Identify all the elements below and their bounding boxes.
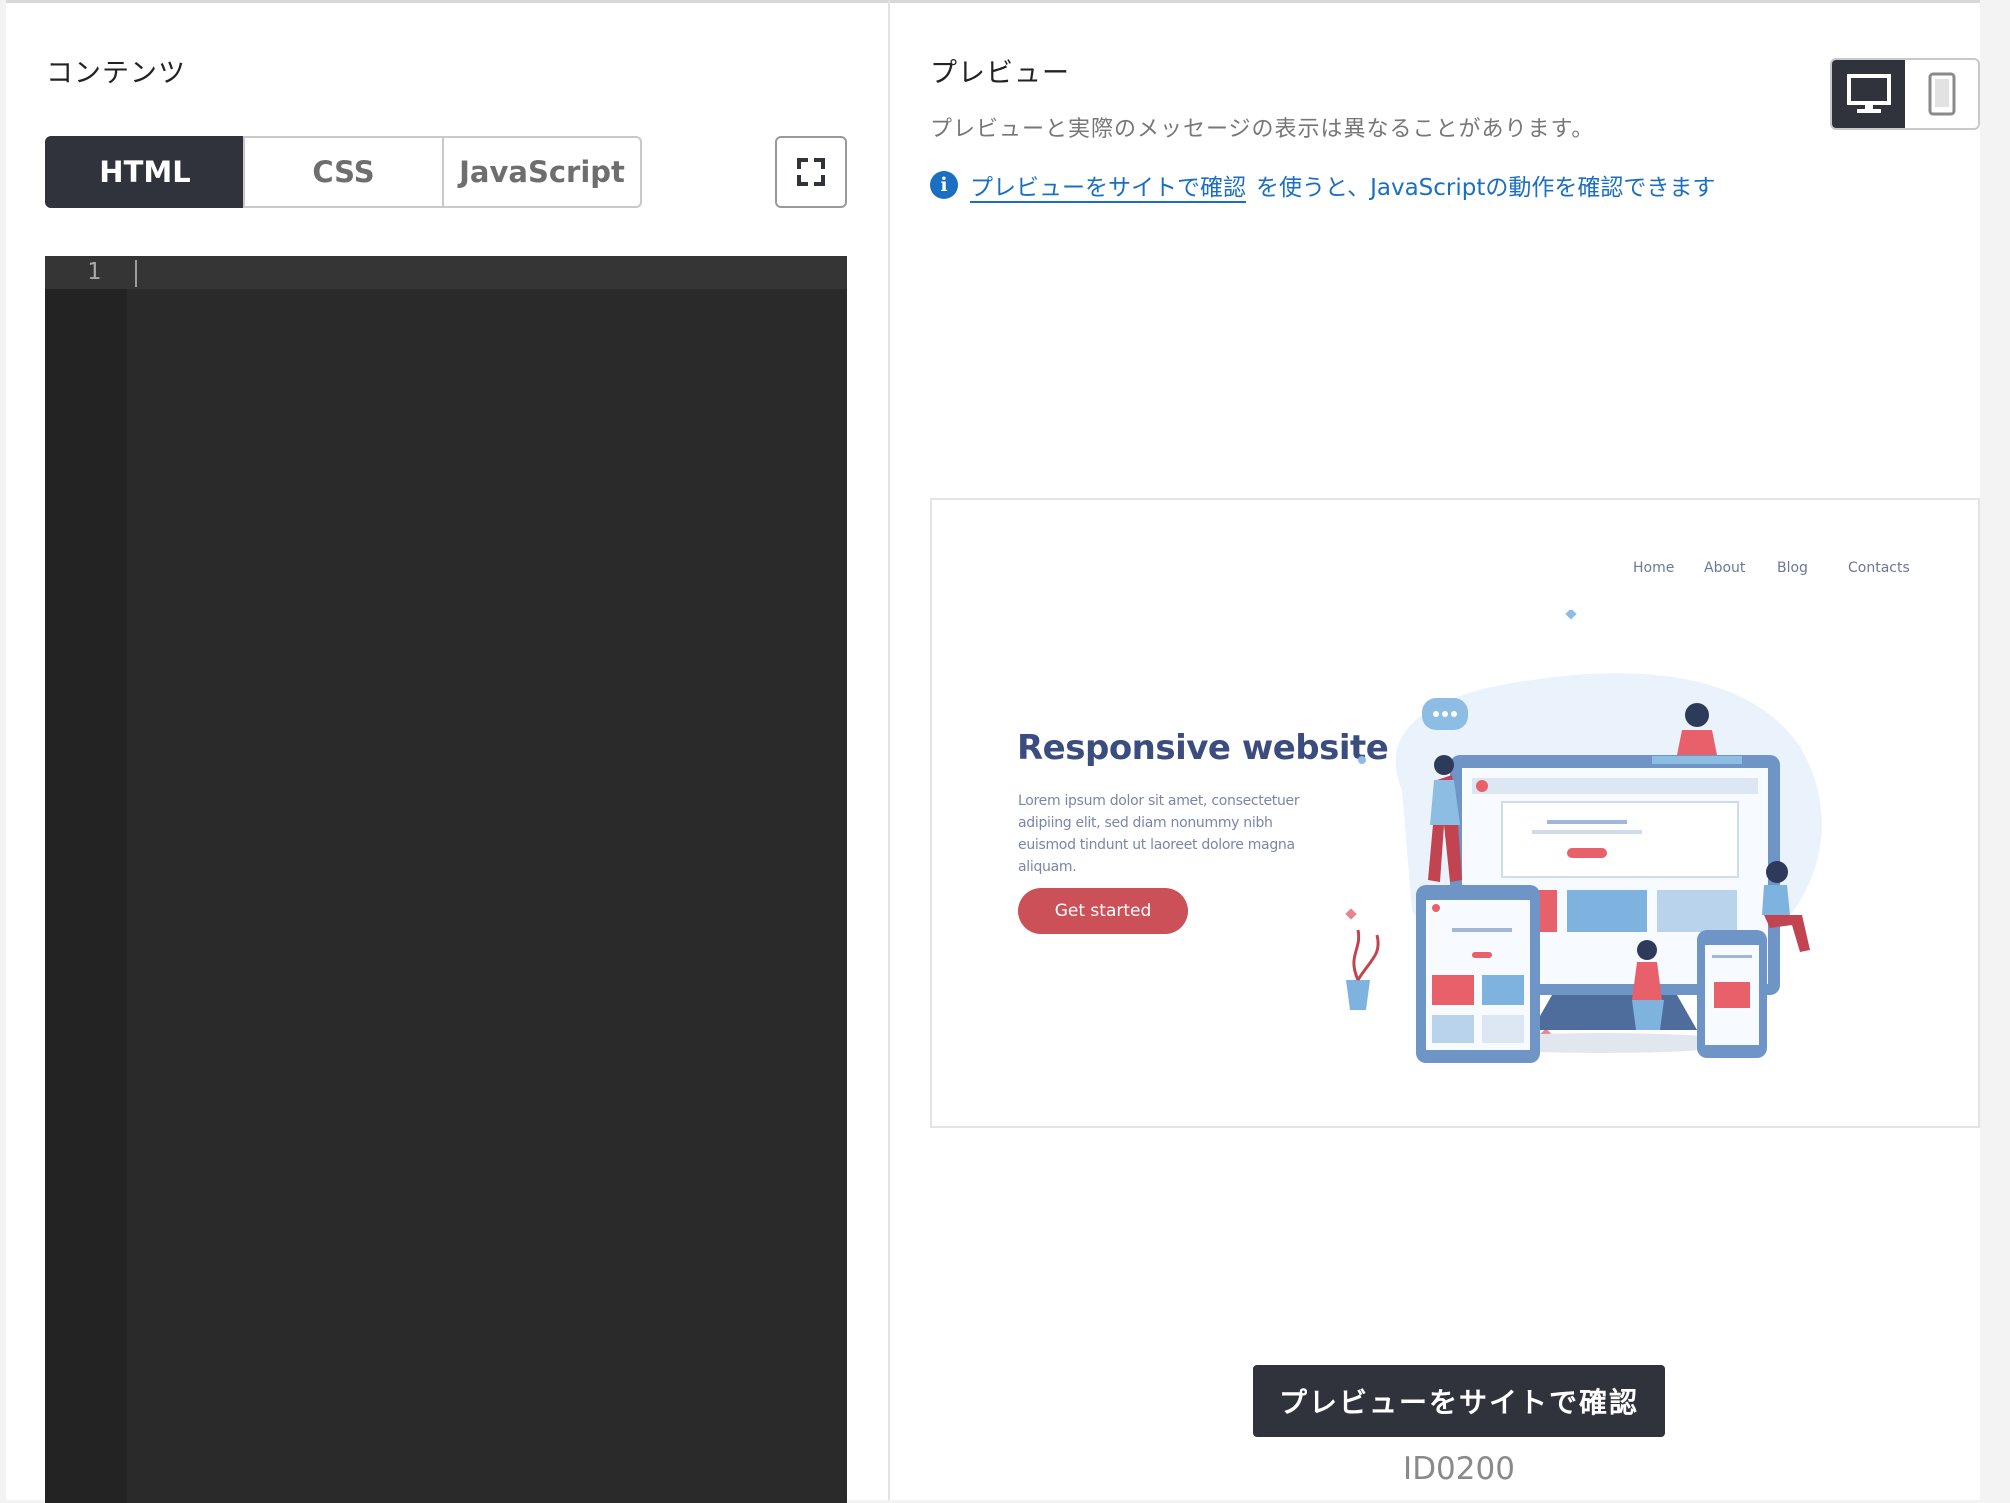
preview-title: プレビュー [930, 58, 1070, 89]
content-title: コンテンツ [46, 58, 186, 89]
tab-javascript[interactable]: JavaScript [442, 136, 642, 208]
info-row: i プレビューをサイトで確認 を使うと、JavaScriptの動作を確認できます [930, 168, 1715, 202]
code-editor[interactable]: 1 [45, 256, 847, 1503]
desktop-icon [1846, 74, 1891, 113]
sample-nav-about[interactable]: About [1704, 560, 1745, 576]
app-root: コンテンツ HTML CSS JavaScript 1 プレビュー プレビューと… [0, 0, 2010, 1503]
device-toggle [1830, 58, 1980, 130]
sample-get-started-button[interactable]: Get started [1018, 888, 1188, 934]
desktop-view-button[interactable] [1832, 60, 1905, 128]
code-tabs: HTML CSS JavaScript [45, 136, 642, 208]
preview-on-site-button[interactable]: プレビューをサイトで確認 [1253, 1365, 1665, 1437]
preview-site-link[interactable]: プレビューをサイトで確認 [970, 168, 1246, 202]
text-cursor [135, 260, 137, 287]
sample-hero-body: Lorem ipsum dolor sit amet, consectetuer… [1018, 793, 1300, 875]
responsive-devices-illustration [1345, 610, 1822, 1063]
fullscreen-button[interactable] [775, 136, 847, 208]
preview-panel: プレビュー プレビューと実際のメッセージの表示は異なることがあります。 i プレ… [890, 0, 1980, 1500]
sample-nav-contacts[interactable]: Contacts [1848, 560, 1910, 576]
content-panel: コンテンツ HTML CSS JavaScript 1 [6, 0, 888, 1503]
preview-note: プレビューと実際のメッセージの表示は異なることがあります。 [930, 117, 1595, 142]
editor-gutter [45, 256, 127, 1503]
editor-active-line [45, 256, 847, 289]
mobile-icon [1928, 72, 1955, 116]
tab-css[interactable]: CSS [243, 136, 444, 208]
tab-html[interactable]: HTML [45, 136, 245, 208]
expand-icon [797, 158, 825, 186]
mobile-view-button[interactable] [1905, 60, 1978, 128]
info-text: を使うと、JavaScriptの動作を確認できます [1256, 175, 1716, 201]
preview-frame: Home About Blog Contacts Responsive webs… [930, 498, 1980, 1128]
sample-nav-blog[interactable]: Blog [1777, 560, 1808, 576]
preview-id-label: ID0200 [1403, 1451, 1515, 1487]
info-icon: i [930, 171, 958, 199]
line-number: 1 [87, 259, 101, 285]
sample-nav-home[interactable]: Home [1633, 560, 1674, 576]
